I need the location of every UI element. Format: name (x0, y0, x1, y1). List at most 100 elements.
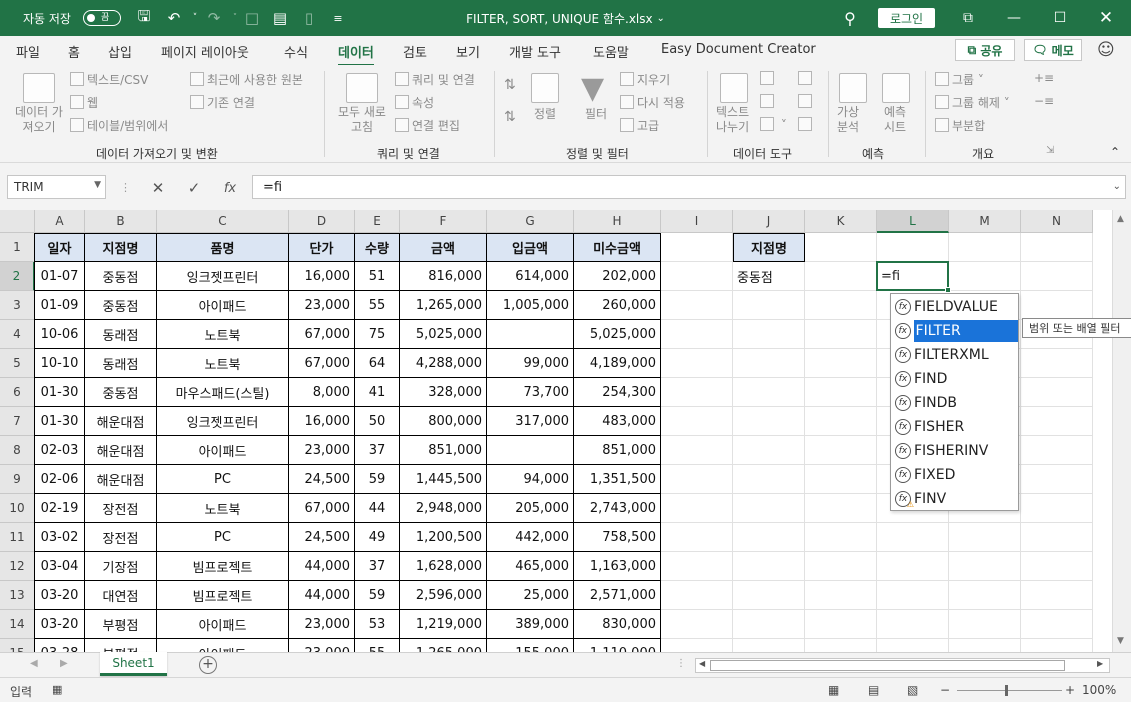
collapse-ribbon-icon[interactable]: ⌃ (1110, 145, 1120, 159)
group-button[interactable]: 그룹 ˅ (935, 71, 984, 88)
table-cell[interactable]: 10-06 (35, 320, 85, 349)
column-header-j[interactable]: J (733, 210, 805, 233)
maximize-icon[interactable]: ☐ (1037, 0, 1083, 36)
properties-button[interactable]: 속성 (395, 94, 434, 111)
cell-j15[interactable] (733, 639, 805, 652)
table-cell[interactable]: 해운대점 (85, 465, 157, 494)
table-cell[interactable]: 노트북 (157, 349, 289, 378)
table-cell[interactable]: 50 (355, 407, 400, 436)
form-icon[interactable]: ▤ (269, 0, 291, 36)
table-cell[interactable]: 73,700 (487, 378, 574, 407)
table-header[interactable]: 품명 (157, 233, 289, 262)
save-icon[interactable]: 🖫 (133, 0, 155, 36)
minimize-icon[interactable]: — (991, 0, 1037, 36)
autocomplete-item-fieldvalue[interactable]: fx FIELDVALUE (891, 295, 1018, 319)
column-header-a[interactable]: A (35, 210, 85, 233)
table-cell[interactable]: 노트북 (157, 320, 289, 349)
table-cell[interactable]: 317,000 (487, 407, 574, 436)
table-cell[interactable]: 851,000 (400, 436, 487, 465)
table-cell[interactable]: 01-07 (35, 262, 85, 291)
autocomplete-item-fixed[interactable]: fx FIXED (891, 463, 1018, 487)
table-cell[interactable]: 장전점 (85, 523, 157, 552)
cell-l12[interactable] (877, 552, 949, 581)
row-header-5[interactable]: 5 (0, 349, 35, 378)
table-cell[interactable]: 75 (355, 320, 400, 349)
column-header-d[interactable]: D (289, 210, 355, 233)
cell-n14[interactable] (1021, 610, 1093, 639)
cell-i9[interactable] (661, 465, 733, 494)
cell-j10[interactable] (733, 494, 805, 523)
table-cell[interactable]: 해운대점 (85, 407, 157, 436)
table-cell[interactable]: 155,000 (487, 639, 574, 652)
zoom-out-icon[interactable]: − (940, 683, 950, 697)
table-cell[interactable]: 03-02 (35, 523, 85, 552)
cell-k14[interactable] (805, 610, 877, 639)
cell-i10[interactable] (661, 494, 733, 523)
table-cell[interactable]: 55 (355, 291, 400, 320)
criteria-value[interactable]: 중동점 (733, 262, 805, 291)
table-cell[interactable]: 중동점 (85, 378, 157, 407)
table-cell[interactable]: 442,000 (487, 523, 574, 552)
tab-split-grip-icon[interactable]: ⋮ (676, 658, 686, 669)
table-cell[interactable]: 23,000 (289, 291, 355, 320)
select-all-corner[interactable] (0, 210, 35, 233)
name-box-dropdown-icon[interactable]: ▼ (94, 180, 101, 190)
table-cell[interactable]: 01-30 (35, 407, 85, 436)
autocomplete-item-findb[interactable]: fx FINDB (891, 391, 1018, 415)
zoom-slider-thumb[interactable] (1005, 685, 1008, 696)
table-cell[interactable]: 2,571,000 (574, 581, 661, 610)
cell-j4[interactable] (733, 320, 805, 349)
cell-i5[interactable] (661, 349, 733, 378)
row-header-13[interactable]: 13 (0, 581, 35, 610)
table-cell[interactable]: 2,948,000 (400, 494, 487, 523)
table-range-button[interactable]: 테이블/범위에서 (70, 117, 168, 134)
data-validation-icon[interactable]: ˅ (760, 117, 787, 132)
table-header[interactable]: 입금액 (487, 233, 574, 262)
table-cell[interactable]: 49 (355, 523, 400, 552)
cell-k9[interactable] (805, 465, 877, 494)
table-cell[interactable]: 64 (355, 349, 400, 378)
page-layout-view-icon[interactable]: ▤ (868, 683, 879, 697)
consolidate-icon[interactable] (798, 71, 815, 86)
table-cell[interactable]: 02-06 (35, 465, 85, 494)
cell-k5[interactable] (805, 349, 877, 378)
table-cell[interactable]: 마우스패드(스틸) (157, 378, 289, 407)
cell-l11[interactable] (877, 523, 949, 552)
cell-k10[interactable] (805, 494, 877, 523)
autocomplete-item-fisher[interactable]: fx FISHER (891, 415, 1018, 439)
insert-function-icon[interactable]: fx (212, 181, 248, 196)
cell-j9[interactable] (733, 465, 805, 494)
table-cell[interactable]: 202,000 (574, 262, 661, 291)
table-cell[interactable]: 851,000 (574, 436, 661, 465)
cell-k12[interactable] (805, 552, 877, 581)
macro-record-icon[interactable]: ▦ (52, 683, 62, 696)
feedback-smiley-icon[interactable]: ☺ (1097, 40, 1115, 60)
enter-icon[interactable]: ✓ (176, 179, 212, 197)
table-cell[interactable]: 아이패드 (157, 291, 289, 320)
row-header-15[interactable]: 15 (0, 639, 35, 652)
sort-za-icon[interactable]: ⇅ (504, 109, 516, 125)
show-detail-icon[interactable]: +≡ (1034, 71, 1054, 85)
row-header-8[interactable]: 8 (0, 436, 35, 465)
criteria-header[interactable]: 지점명 (733, 233, 805, 262)
column-header-e[interactable]: E (355, 210, 400, 233)
cell-i1[interactable] (661, 233, 733, 262)
cell-n7[interactable] (1021, 407, 1093, 436)
table-cell[interactable]: 816,000 (400, 262, 487, 291)
tab-file[interactable]: 파일 (16, 42, 40, 61)
cell-i12[interactable] (661, 552, 733, 581)
table-header[interactable]: 미수금액 (574, 233, 661, 262)
filter-button[interactable]: 필터 (585, 105, 607, 122)
cell-k15[interactable] (805, 639, 877, 652)
table-cell[interactable]: 260,000 (574, 291, 661, 320)
table-cell[interactable]: 465,000 (487, 552, 574, 581)
cell-k2[interactable] (805, 262, 877, 291)
cell-k13[interactable] (805, 581, 877, 610)
cell-l1[interactable] (877, 233, 949, 262)
table-cell[interactable]: 205,000 (487, 494, 574, 523)
table-cell[interactable]: 01-30 (35, 378, 85, 407)
cell-m11[interactable] (949, 523, 1021, 552)
cell-m15[interactable] (949, 639, 1021, 652)
get-data-button[interactable]: 데이터 가 져오기 (12, 105, 66, 135)
reapply-button[interactable]: 다시 적용 (620, 94, 685, 111)
